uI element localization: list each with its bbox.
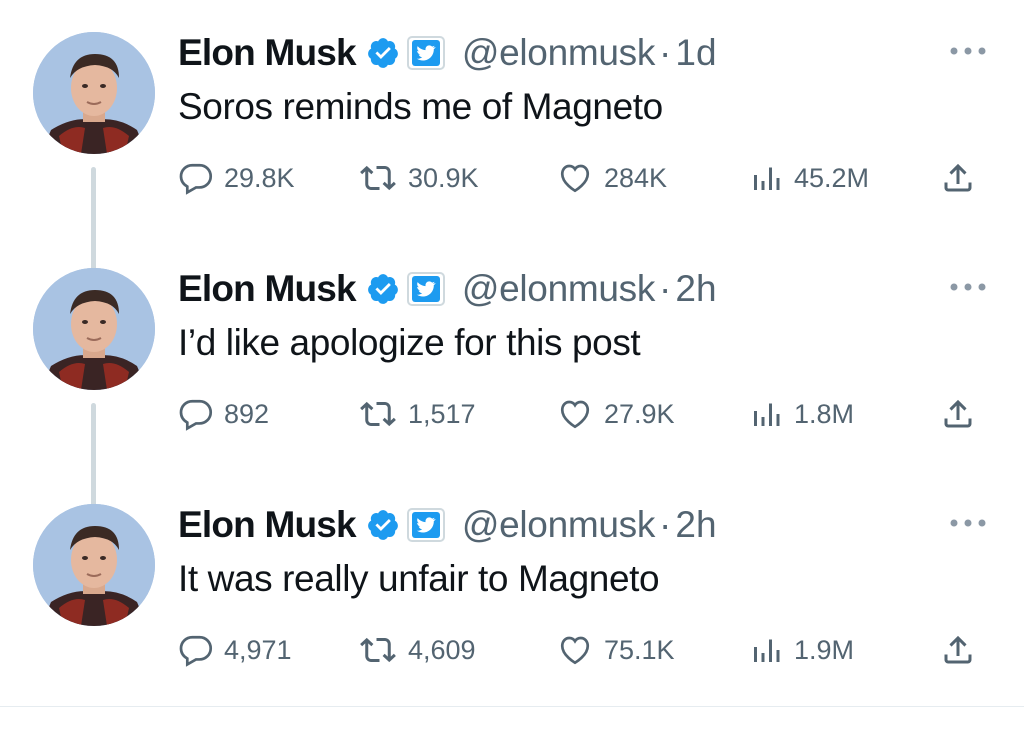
retweet-button[interactable]: 1,517 <box>358 390 476 438</box>
timestamp[interactable]: 2h <box>675 268 716 310</box>
separator-dot: · <box>659 268 672 309</box>
tweet-text: It was really unfair to Magneto <box>178 558 660 599</box>
tweet-header: Elon Musk @elonmusk · 2h <box>178 502 717 548</box>
retweet-icon <box>360 637 396 663</box>
views-chart-icon <box>754 639 780 662</box>
author-handle[interactable]: @elonmusk <box>462 504 656 546</box>
like-count: 27.9K <box>604 398 675 429</box>
reply-icon <box>179 399 213 431</box>
like-button[interactable]: 27.9K <box>556 390 675 438</box>
views-chart-icon <box>754 167 780 190</box>
twitter-bird-badge-icon[interactable] <box>406 507 446 543</box>
share-button[interactable] <box>940 390 986 438</box>
views-count: 1.9M <box>794 634 855 665</box>
tweet-actions: 4,971 4,609 75.1K 1.9M <box>178 626 998 674</box>
retweet-icon <box>360 401 396 427</box>
verified-badge-icon[interactable] <box>366 272 400 306</box>
like-count: 75.1K <box>604 634 675 665</box>
reply-count: 4,971 <box>224 634 292 665</box>
tweet-actions: 892 1,517 27.9K 1.8M <box>178 390 998 438</box>
like-button[interactable]: 284K <box>556 154 667 202</box>
tweet-thread: Elon Musk @elonmusk · 1d Soros reminds m… <box>0 0 1024 716</box>
like-count: 284K <box>604 162 668 193</box>
views-button[interactable]: 1.8M <box>748 390 854 438</box>
reply-icon <box>179 635 213 667</box>
views-button[interactable]: 45.2M <box>748 154 869 202</box>
views-button[interactable]: 1.9M <box>748 626 854 674</box>
tweet-header: Elon Musk @elonmusk · 2h <box>178 266 717 312</box>
share-icon <box>944 399 972 428</box>
more-options-icon[interactable] <box>948 44 988 56</box>
reply-icon <box>179 163 213 195</box>
verified-badge-icon[interactable] <box>366 36 400 70</box>
verified-badge-icon[interactable] <box>366 508 400 542</box>
heart-icon <box>560 636 590 665</box>
author-name[interactable]: Elon Musk <box>178 32 357 74</box>
tweet-text: I’d like apologize for this post <box>178 322 641 363</box>
share-icon <box>944 163 972 192</box>
twitter-bird-badge-icon[interactable] <box>406 271 446 307</box>
tweet[interactable]: Elon Musk @elonmusk · 1d Soros reminds m… <box>0 22 1024 277</box>
more-options-icon[interactable] <box>948 516 988 528</box>
retweet-count: 30.9K <box>408 162 479 193</box>
heart-icon <box>560 400 590 429</box>
share-button[interactable] <box>940 154 986 202</box>
bottom-divider <box>0 706 1024 707</box>
avatar[interactable] <box>33 504 155 626</box>
tweet[interactable]: Elon Musk @elonmusk · 2h I’d like apolog… <box>0 258 1024 513</box>
tweet-actions: 29.8K 30.9K 284K 45.2M <box>178 154 998 202</box>
retweet-count: 1,517 <box>408 398 476 429</box>
reply-button[interactable]: 29.8K <box>178 154 295 202</box>
heart-icon <box>560 164 590 193</box>
share-icon <box>944 635 972 664</box>
separator-dot: · <box>659 32 672 73</box>
separator-dot: · <box>659 504 672 545</box>
tweet[interactable]: Elon Musk @elonmusk · 2h It was really u… <box>0 494 1024 730</box>
tweet-text: Soros reminds me of Magneto <box>178 86 663 127</box>
author-handle[interactable]: @elonmusk <box>462 268 656 310</box>
avatar[interactable] <box>33 268 155 390</box>
views-count: 45.2M <box>794 162 870 193</box>
author-handle[interactable]: @elonmusk <box>462 32 656 74</box>
author-name[interactable]: Elon Musk <box>178 504 357 546</box>
avatar[interactable] <box>33 32 155 154</box>
reply-count: 29.8K <box>224 162 295 193</box>
retweet-button[interactable]: 4,609 <box>358 626 476 674</box>
views-count: 1.8M <box>794 398 855 429</box>
twitter-bird-badge-icon[interactable] <box>406 35 446 71</box>
reply-button[interactable]: 4,971 <box>178 626 292 674</box>
like-button[interactable]: 75.1K <box>556 626 675 674</box>
more-options-icon[interactable] <box>948 280 988 292</box>
reply-count: 892 <box>224 398 270 429</box>
author-name[interactable]: Elon Musk <box>178 268 357 310</box>
reply-button[interactable]: 892 <box>178 390 269 438</box>
timestamp[interactable]: 1d <box>675 32 716 74</box>
views-chart-icon <box>754 403 780 426</box>
retweet-button[interactable]: 30.9K <box>358 154 479 202</box>
timestamp[interactable]: 2h <box>675 504 716 546</box>
retweet-icon <box>360 165 396 191</box>
share-button[interactable] <box>940 626 986 674</box>
tweet-header: Elon Musk @elonmusk · 1d <box>178 30 717 76</box>
retweet-count: 4,609 <box>408 634 476 665</box>
